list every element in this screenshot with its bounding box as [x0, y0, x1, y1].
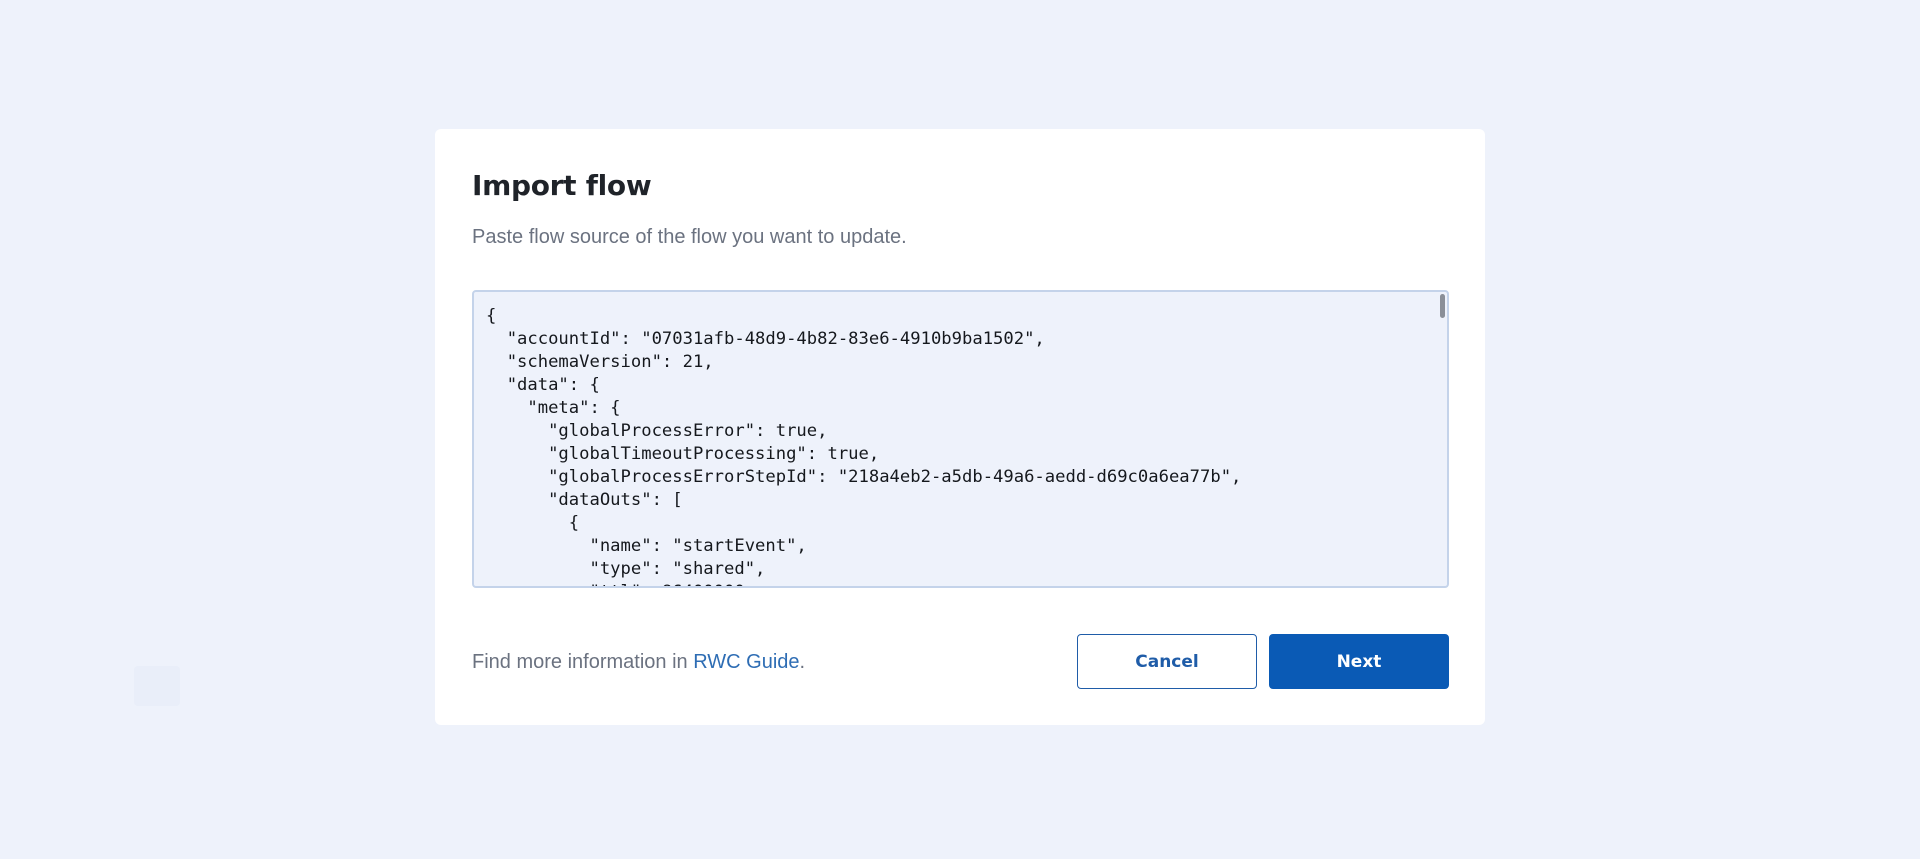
background-artifact	[134, 666, 180, 706]
next-button[interactable]: Next	[1269, 634, 1449, 689]
help-text-suffix: .	[799, 651, 806, 673]
flow-source-code[interactable]: { "accountId": "07031afb-48d9-4b82-83e6-…	[474, 292, 1447, 586]
editor-scrollbar[interactable]	[1439, 293, 1446, 586]
dialog-title: Import flow	[472, 169, 652, 202]
dialog-subtitle: Paste flow source of the flow you want t…	[472, 226, 907, 248]
import-flow-dialog: Import flow Paste flow source of the flo…	[435, 129, 1485, 725]
flow-source-editor[interactable]: { "accountId": "07031afb-48d9-4b82-83e6-…	[472, 290, 1449, 588]
rwc-guide-link[interactable]: RWC Guide	[693, 651, 799, 673]
help-text-prefix: Find more information in	[472, 651, 694, 673]
help-text: Find more information in RWC Guide.	[472, 651, 805, 674]
cancel-button[interactable]: Cancel	[1077, 634, 1257, 689]
editor-scroll-thumb[interactable]	[1440, 294, 1445, 318]
